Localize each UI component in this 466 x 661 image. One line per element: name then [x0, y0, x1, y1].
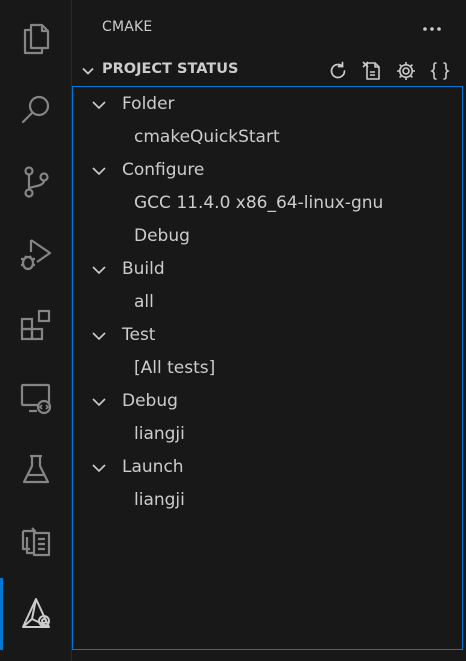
settings-icon [397, 62, 415, 80]
tree-group-configure[interactable]: Configure [73, 154, 462, 187]
chevron-down-icon [92, 398, 106, 407]
tree-item-build-type[interactable]: Debug [73, 220, 462, 253]
tree-item-folder-name[interactable]: cmakeQuickStart [73, 121, 462, 154]
activity-cmake[interactable] [0, 578, 72, 650]
item-label: GCC 11.4.0 x86_64-linux-gnu [134, 193, 384, 213]
group-label: Folder [122, 94, 175, 114]
tree-item-build-target[interactable]: all [73, 286, 462, 319]
source-control-icon [24, 166, 49, 198]
tree-item-debug-target[interactable]: liangji [73, 418, 462, 451]
open-config-button[interactable] [426, 58, 454, 84]
sidebar: CMAKE PROJECT STATUS Folder cmakeQuickSt… [72, 0, 466, 661]
project-status-header[interactable]: PROJECT STATUS [72, 58, 466, 84]
activity-testing[interactable] [0, 434, 72, 506]
activity-extensions[interactable] [0, 290, 72, 362]
tree-item-kit[interactable]: GCC 11.4.0 x86_64-linux-gnu [73, 187, 462, 220]
more-actions-button[interactable] [420, 17, 444, 41]
item-label: Debug [134, 226, 190, 246]
braces-icon [430, 62, 450, 80]
chevron-down-icon [82, 67, 94, 75]
activity-run-debug[interactable] [0, 218, 72, 290]
cmake-icon [22, 598, 50, 628]
delete-cache-button[interactable] [358, 58, 386, 84]
group-label: Build [122, 259, 165, 279]
extensions-icon [20, 309, 51, 341]
item-label: all [134, 292, 154, 312]
group-label: Configure [122, 160, 205, 180]
chevron-down-icon [92, 332, 106, 341]
settings-button[interactable] [392, 58, 420, 84]
chevron-down-icon [92, 464, 106, 473]
view-title: CMAKE [102, 19, 153, 35]
tree-group-launch[interactable]: Launch [73, 451, 462, 484]
tree-group-test[interactable]: Test [73, 319, 462, 352]
remote-explorer-icon [20, 383, 52, 415]
ellipsis-icon [423, 27, 441, 31]
tree-group-folder[interactable]: Folder [73, 88, 462, 121]
delete-cache-icon [362, 61, 380, 80]
chevron-down-icon [92, 266, 106, 275]
activity-explorer[interactable] [0, 2, 72, 74]
group-label: Debug [122, 391, 178, 411]
group-label: Test [122, 325, 156, 345]
search-icon [21, 95, 50, 124]
item-label: liangji [134, 490, 185, 510]
group-label: Launch [122, 457, 184, 477]
section-title: PROJECT STATUS [102, 61, 239, 77]
section-actions [324, 58, 454, 84]
refresh-button[interactable] [324, 58, 352, 84]
activity-search[interactable] [0, 74, 72, 146]
tree-group-debug[interactable]: Debug [73, 385, 462, 418]
activity-remote-server[interactable] [0, 506, 72, 578]
tree-item-launch-target[interactable]: liangji [73, 484, 462, 517]
chevron-down-icon [92, 101, 106, 110]
item-label: [All tests] [134, 358, 216, 378]
activity-source-control[interactable] [0, 146, 72, 218]
refresh-icon [330, 61, 346, 79]
chevron-down-icon [92, 167, 106, 176]
activity-bar [0, 0, 72, 661]
item-label: liangji [134, 424, 185, 444]
item-label: cmakeQuickStart [134, 127, 280, 147]
explorer-icon [23, 23, 50, 55]
activity-remote-explorer[interactable] [0, 362, 72, 434]
tree-item-test-target[interactable]: [All tests] [73, 352, 462, 385]
run-debug-icon [21, 239, 52, 271]
remote-server-icon [21, 527, 51, 557]
testing-icon [22, 454, 50, 484]
project-status-tree: Folder cmakeQuickStart Configure GCC 11.… [72, 86, 463, 650]
tree-group-build[interactable]: Build [73, 253, 462, 286]
